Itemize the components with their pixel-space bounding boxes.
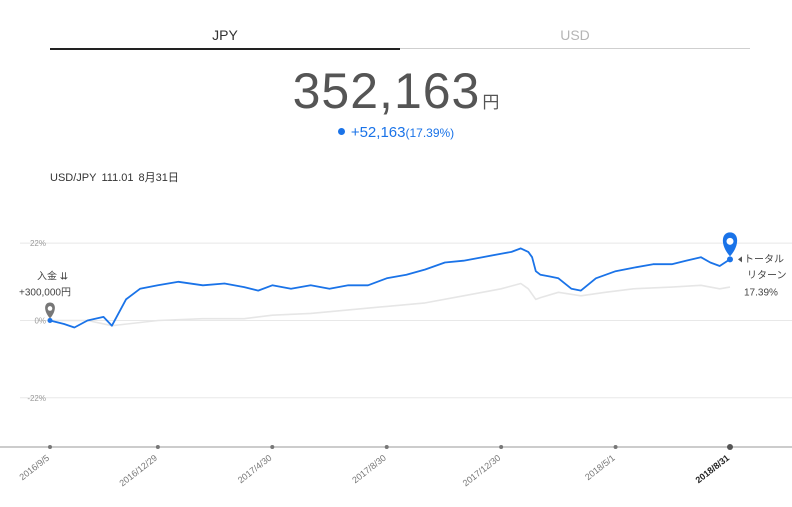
deposit-pin-hole xyxy=(47,306,53,311)
y-tick-label: 22% xyxy=(30,239,46,248)
x-tick-dot xyxy=(384,445,389,449)
x-tick-label: 2018/5/1 xyxy=(583,453,617,482)
x-tick-label: 2017/4/30 xyxy=(236,453,274,486)
deposit-label: 入金 ⇊ xyxy=(37,269,68,282)
deposit-point xyxy=(47,317,53,323)
x-tick-label: 2018/8/31 xyxy=(694,453,732,486)
rate-date: 8月31日 xyxy=(138,172,179,184)
total-return-label: リターン xyxy=(747,269,787,281)
benchmark-line xyxy=(50,282,731,327)
exchange-rate: USD/JPY 111.01 8月31日 xyxy=(50,169,184,185)
x-tick-label: 2016/9/5 xyxy=(17,453,51,482)
x-tick-label: 2017/12/30 xyxy=(461,453,503,489)
current-pin-hole xyxy=(726,237,734,245)
x-tick-dot xyxy=(48,445,52,449)
total-value-amount: 352,163 xyxy=(292,63,481,119)
rate-pair: USD/JPY xyxy=(50,172,97,184)
portfolio-line xyxy=(49,247,731,329)
y-tick-label: -22% xyxy=(27,394,46,403)
total-return-label: トータル xyxy=(744,253,784,265)
return-chart[interactable]: 22% 0% -22% 2016/9/5 2016/12/29 2017/4/30 2017… xyxy=(0,190,792,507)
change-percent: (17.39%) xyxy=(405,126,455,140)
x-tick-dot xyxy=(499,445,504,449)
total-value-unit: 円 xyxy=(482,93,500,112)
tab-jpy[interactable]: JPY xyxy=(50,22,400,50)
x-tick-dot xyxy=(727,444,733,450)
y-tick-label: 0% xyxy=(34,316,46,325)
value-change: +52,163(17.39%) xyxy=(0,124,792,141)
total-value: 352,163 円 xyxy=(0,62,792,120)
total-return-value: 17.39% xyxy=(744,287,778,298)
tab-usd[interactable]: USD xyxy=(400,22,750,49)
x-tick-label: 2016/12/29 xyxy=(117,453,159,489)
currency-tabs: JPY USD xyxy=(50,22,750,50)
x-tick-dot xyxy=(155,445,160,449)
change-dot-icon xyxy=(337,128,345,135)
current-point xyxy=(727,256,733,263)
x-tick-dot xyxy=(270,445,275,449)
triangle-left-icon xyxy=(738,256,742,263)
x-tick-label: 2017/8/30 xyxy=(350,453,388,486)
change-amount: +52,163 xyxy=(350,124,406,141)
x-tick-dot xyxy=(613,445,618,449)
rate-value: 111.01 xyxy=(101,172,134,184)
deposit-amount: +300,000円 xyxy=(19,287,71,298)
